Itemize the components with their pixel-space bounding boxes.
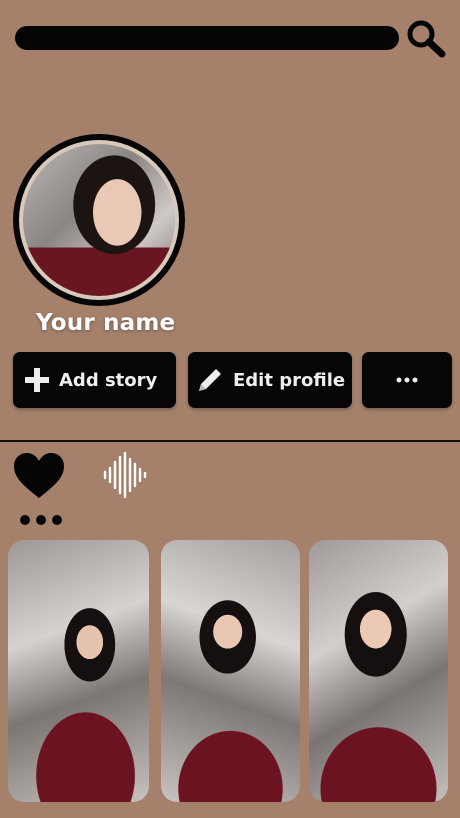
pencil-icon [199, 369, 221, 391]
plus-icon [25, 368, 49, 392]
divider [0, 440, 460, 442]
search-input[interactable] [15, 26, 399, 50]
edit-profile-button[interactable]: Edit profile [188, 352, 352, 408]
profile-name: Your name [36, 310, 176, 336]
more-dots-icon [396, 377, 418, 383]
more-dots-icon[interactable] [19, 514, 63, 526]
edit-profile-label: Edit profile [233, 369, 346, 391]
avatar-frame [19, 140, 179, 300]
photo-thumbnail-3[interactable] [309, 540, 448, 802]
photo-thumbnail-1[interactable] [8, 540, 149, 802]
search-icon[interactable] [404, 18, 448, 62]
add-story-label: Add story [59, 369, 158, 391]
photo-thumbnail-2[interactable] [161, 540, 300, 802]
avatar[interactable] [13, 134, 185, 306]
heart-icon[interactable] [12, 452, 66, 500]
more-button[interactable] [362, 352, 452, 408]
add-story-button[interactable]: Add story [13, 352, 176, 408]
avatar-photo [23, 144, 175, 296]
sound-wave-icon[interactable] [102, 452, 150, 498]
